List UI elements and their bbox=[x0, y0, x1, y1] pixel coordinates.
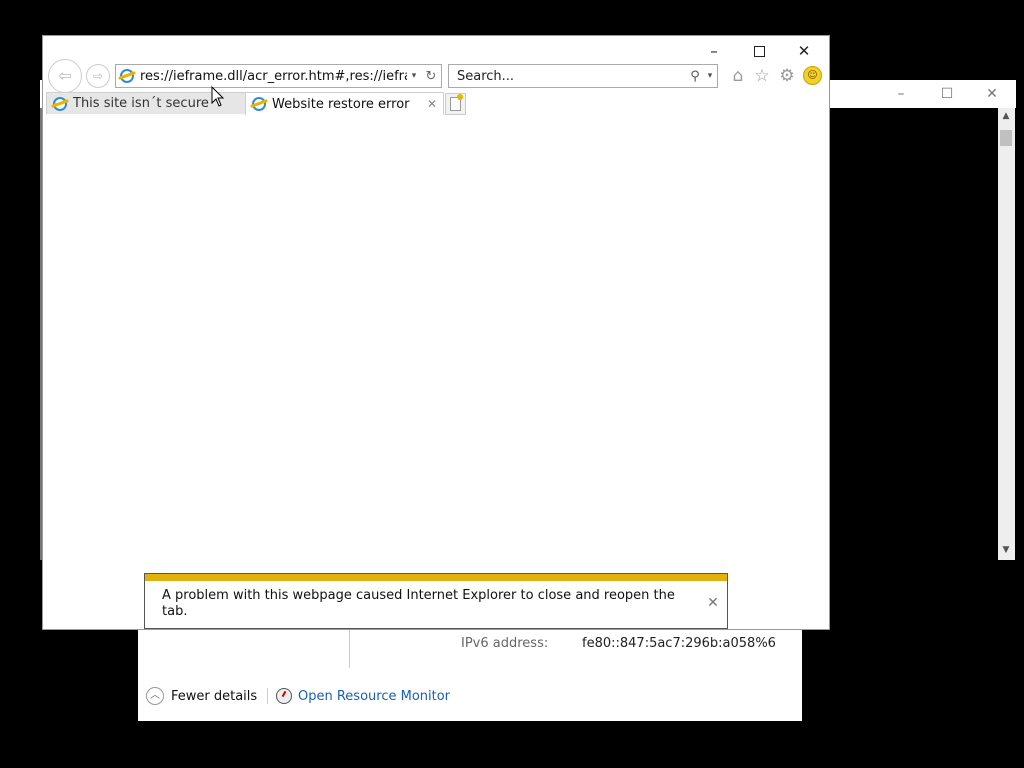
ie-page-icon bbox=[120, 69, 134, 83]
ipv6-address-label: IPv6 address: bbox=[461, 636, 549, 651]
scrollbar-thumb[interactable] bbox=[1000, 130, 1012, 146]
scroll-up-arrow-icon[interactable]: ▲ bbox=[1000, 110, 1012, 122]
internet-explorer-window: – ✕ ⇦ ⇨ res://ieframe.dll/acr_error.htm#… bbox=[43, 36, 829, 629]
favorites-star-icon[interactable]: ☆ bbox=[751, 65, 773, 87]
home-icon[interactable]: ⌂ bbox=[727, 65, 749, 87]
console-minimize-button[interactable]: – bbox=[890, 84, 912, 104]
search-input[interactable] bbox=[455, 67, 687, 85]
new-tab-sparkle-icon bbox=[457, 94, 463, 100]
console-left-border bbox=[40, 108, 42, 560]
ipv6-address-value: fe80::847:5ac7:296b:a058%6 bbox=[582, 636, 776, 651]
search-icon[interactable]: ⚲ bbox=[687, 69, 703, 84]
notification-bar: A problem with this webpage caused Inter… bbox=[144, 573, 728, 629]
notification-close-icon[interactable]: ✕ bbox=[705, 595, 721, 611]
tab-website-restore-error[interactable]: Website restore error ✕ bbox=[245, 92, 444, 115]
address-bar[interactable]: res://ieframe.dll/acr_error.htm#,res://i… bbox=[115, 64, 442, 88]
open-resource-monitor-label: Open Resource Monitor bbox=[298, 688, 451, 704]
console-vertical-scrollbar[interactable]: ▲ ▼ bbox=[998, 108, 1015, 560]
refresh-icon[interactable]: ↻ bbox=[421, 69, 441, 84]
forward-button[interactable]: ⇨ bbox=[86, 64, 110, 88]
chevron-up-icon: ︿ bbox=[146, 687, 164, 705]
notification-accent-stripe bbox=[145, 574, 727, 581]
mouse-pointer-icon bbox=[211, 86, 225, 107]
notification-message: A problem with this webpage caused Inter… bbox=[162, 588, 675, 619]
fewer-details-label: Fewer details bbox=[171, 688, 258, 704]
maximize-button[interactable] bbox=[741, 40, 777, 62]
feedback-smiley-icon[interactable]: ☺ bbox=[803, 66, 822, 85]
back-button[interactable]: ⇦ bbox=[48, 59, 82, 93]
footer-separator bbox=[267, 688, 268, 704]
search-dropdown-icon[interactable]: ▾ bbox=[703, 71, 717, 81]
console-maximize-button[interactable]: ☐ bbox=[936, 84, 958, 104]
search-box[interactable]: ⚲ ▾ bbox=[448, 64, 718, 88]
address-dropdown-icon[interactable]: ▾ bbox=[407, 71, 421, 81]
open-resource-monitor-link[interactable]: Open Resource Monitor bbox=[276, 686, 450, 706]
console-close-button[interactable]: ✕ bbox=[981, 84, 1003, 104]
minimize-button[interactable]: – bbox=[696, 40, 732, 62]
ie-tab-icon bbox=[53, 96, 67, 111]
scroll-down-arrow-icon[interactable]: ▼ bbox=[1000, 544, 1012, 556]
tools-gear-icon[interactable]: ⚙ bbox=[776, 65, 798, 87]
ie-tab-icon bbox=[252, 97, 266, 111]
address-url[interactable]: res://ieframe.dll/acr_error.htm#,res://i… bbox=[140, 69, 407, 84]
task-manager-details-panel: IPv6 address: fe80::847:5ac7:296b:a058%6… bbox=[138, 620, 802, 721]
resource-monitor-icon bbox=[276, 688, 292, 704]
tab-strip: This site isn´t secure Website restore e… bbox=[43, 92, 829, 115]
fewer-details-button[interactable]: ︿ Fewer details bbox=[146, 686, 257, 706]
tab-title: Website restore error bbox=[272, 96, 410, 112]
tab-close-icon[interactable]: ✕ bbox=[424, 97, 440, 111]
maximize-icon bbox=[753, 46, 765, 57]
close-button[interactable]: ✕ bbox=[786, 40, 822, 62]
new-tab-button[interactable] bbox=[445, 93, 466, 115]
